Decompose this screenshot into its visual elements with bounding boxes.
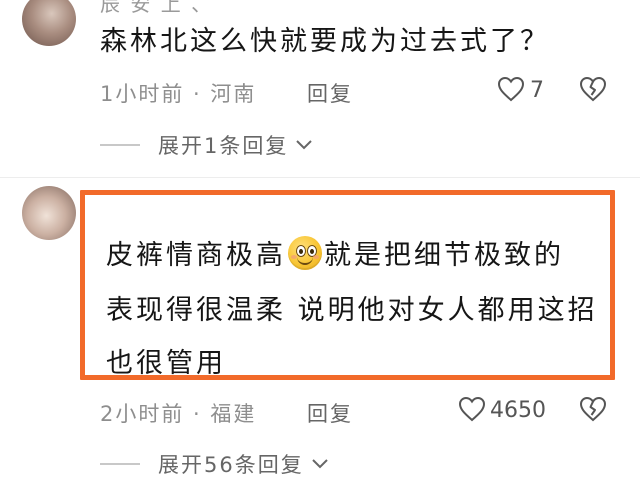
like-button[interactable] [497, 76, 525, 102]
comment-divider [0, 177, 640, 178]
grinning-face-emoji-icon [288, 236, 322, 270]
comment-time-location: 2小时前 · 福建 [100, 402, 257, 426]
dislike-button[interactable] [579, 76, 607, 102]
dislike-button[interactable] [579, 396, 607, 422]
expand-divider-line [100, 144, 140, 146]
like-count: 4650 [490, 398, 546, 423]
heart-icon [497, 76, 525, 102]
avatar[interactable] [22, 186, 76, 240]
avatar[interactable] [22, 0, 76, 46]
comment-text-line-3: 也很管用 [106, 348, 226, 379]
reply-button[interactable]: 回复 [307, 398, 353, 428]
comment-text-line-1: 皮裤情商极高 就是把细节极致的 [106, 236, 564, 270]
expand-replies-button[interactable]: 展开1条回复 [100, 130, 314, 160]
comment-username[interactable]: 辰 安 上 、 [100, 0, 213, 17]
comment-text-segment: 皮裤情商极高 [106, 240, 286, 271]
comment-text-segment: 就是把细节极致的 [324, 240, 564, 271]
reply-button[interactable]: 回复 [307, 78, 353, 108]
expand-divider-line [100, 463, 140, 465]
heart-icon [458, 396, 486, 422]
expand-replies-button[interactable]: 展开56条回复 [100, 449, 330, 479]
broken-heart-icon [579, 396, 607, 422]
expand-replies-label: 展开56条回复 [158, 453, 304, 477]
like-button[interactable] [458, 396, 486, 422]
chevron-down-icon [296, 140, 313, 150]
chevron-down-icon [312, 459, 328, 469]
broken-heart-icon [579, 76, 607, 102]
expand-replies-label: 展开1条回复 [158, 134, 289, 158]
comment-time-location: 1小时前 · 河南 [100, 82, 257, 106]
comment-text: 森林北这么快就要成为过去式了？ [100, 26, 550, 57]
comment-text-line-2: 表现得很温柔 说明他对女人都用这招 [106, 295, 598, 326]
like-count: 7 [530, 78, 544, 103]
